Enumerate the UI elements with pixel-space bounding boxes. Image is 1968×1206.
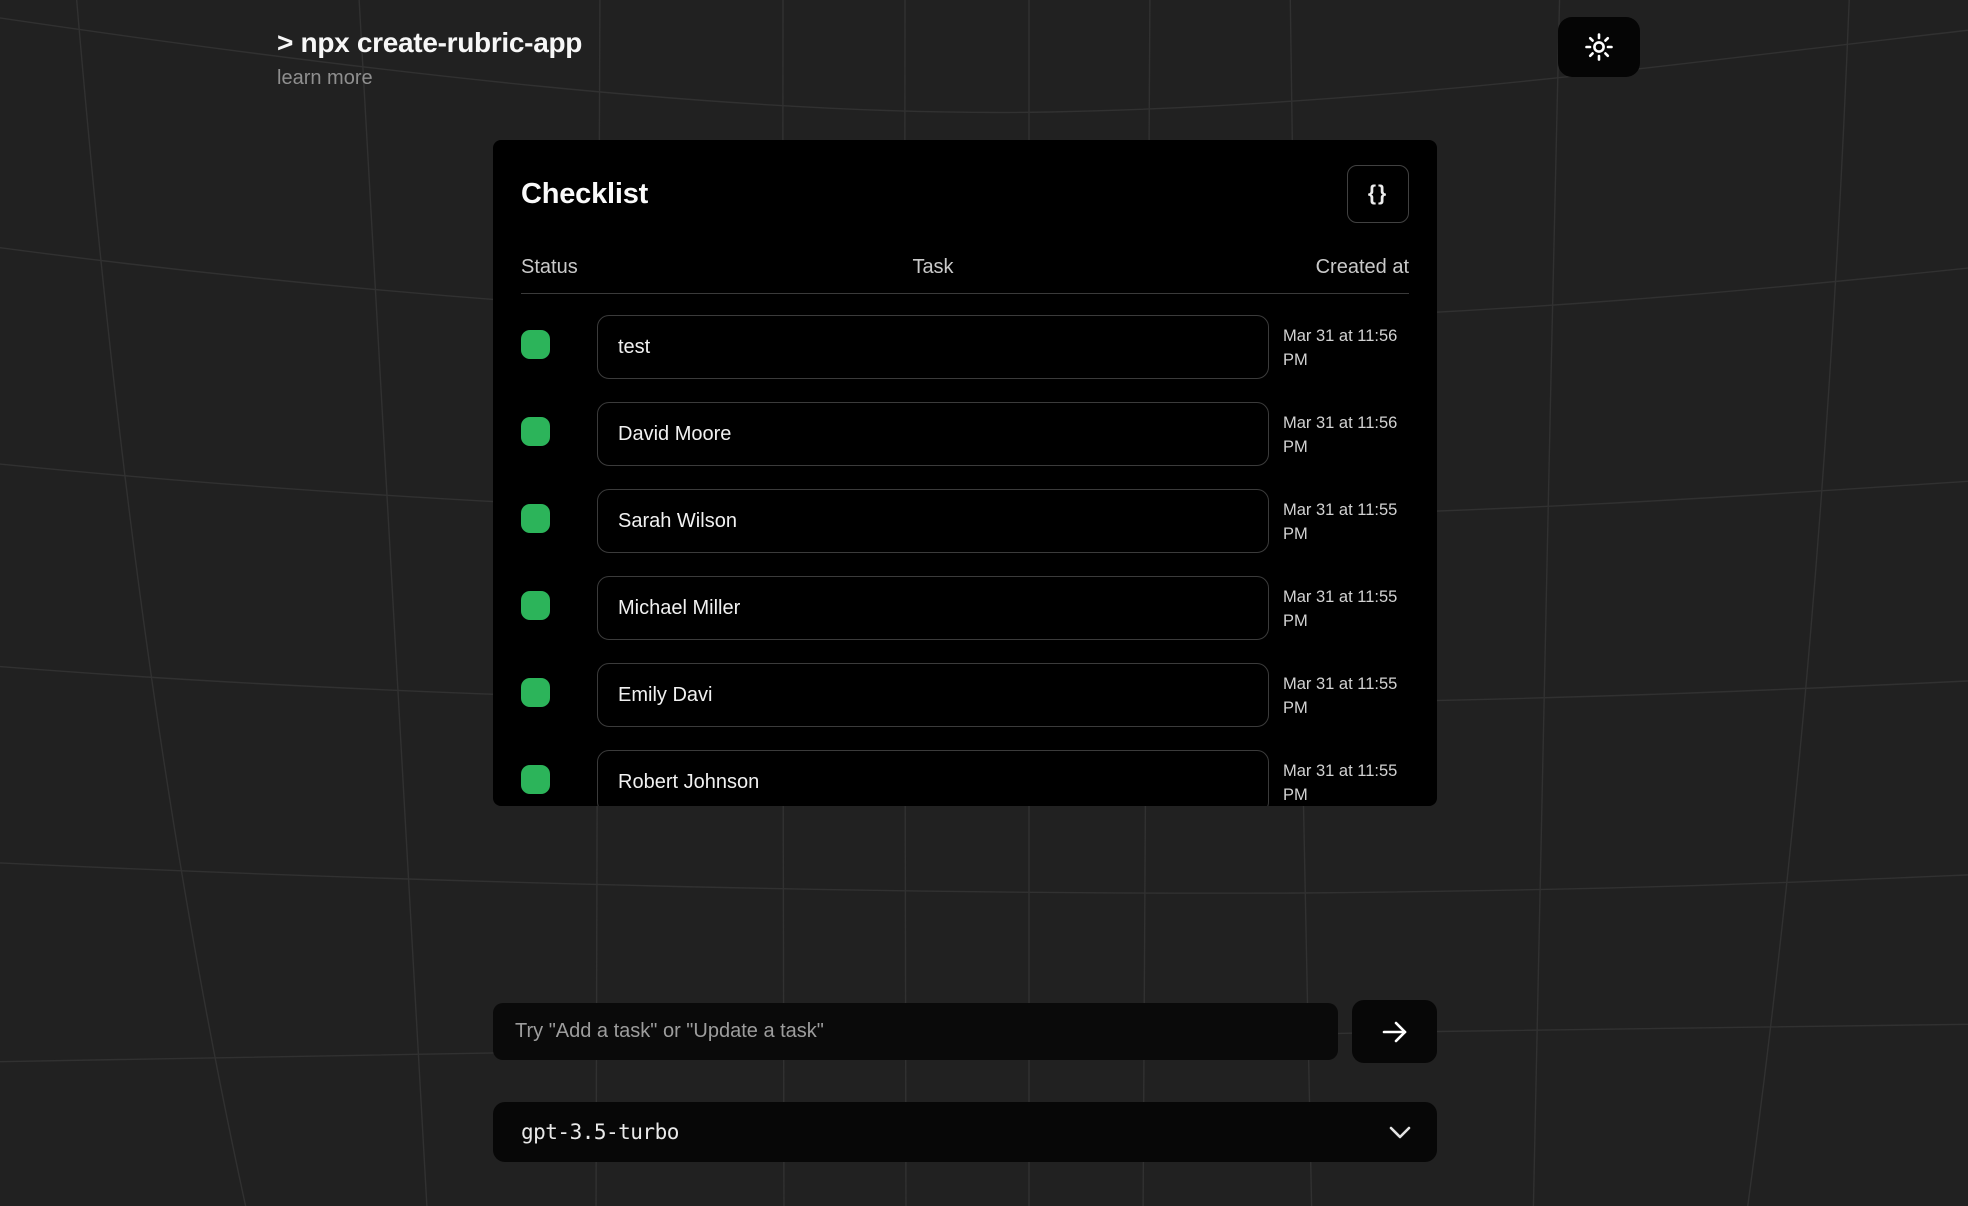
status-checkbox[interactable] — [521, 678, 550, 707]
task-list: Mar 31 at 11:56 PM Mar 31 at 11:56 PM Ma… — [521, 315, 1409, 806]
task-input[interactable] — [597, 489, 1269, 553]
created-at-label: Mar 31 at 11:55 PM — [1269, 576, 1409, 634]
column-created-at: Created at — [1269, 256, 1409, 279]
created-at-label: Mar 31 at 11:56 PM — [1269, 315, 1409, 373]
status-cell — [521, 504, 597, 538]
task-input[interactable] — [597, 576, 1269, 640]
status-checkbox[interactable] — [521, 417, 550, 446]
created-at-label: Mar 31 at 11:55 PM — [1269, 489, 1409, 547]
task-input[interactable] — [597, 663, 1269, 727]
header-divider — [521, 293, 1409, 294]
created-at-label: Mar 31 at 11:55 PM — [1269, 663, 1409, 721]
composer — [493, 1000, 1437, 1063]
model-selector[interactable]: gpt-3.5-turbo — [493, 1102, 1437, 1162]
app: > npx create-rubric-app learn more Check… — [0, 0, 1968, 1206]
status-checkbox[interactable] — [521, 591, 550, 620]
task-input[interactable] — [597, 750, 1269, 806]
sun-icon — [1584, 32, 1614, 62]
task-row: Mar 31 at 11:56 PM — [521, 315, 1409, 379]
braces-icon: {} — [1368, 182, 1388, 206]
created-at-label: Mar 31 at 11:56 PM — [1269, 402, 1409, 460]
task-input[interactable] — [597, 315, 1269, 379]
task-row: Mar 31 at 11:55 PM — [521, 750, 1409, 806]
task-row: Mar 31 at 11:55 PM — [521, 663, 1409, 727]
status-cell — [521, 591, 597, 625]
column-task: Task — [597, 256, 1269, 279]
table-header: Status Task Created at — [521, 256, 1409, 279]
column-status: Status — [521, 256, 597, 279]
status-checkbox[interactable] — [521, 330, 550, 359]
chevron-down-icon — [1389, 1126, 1411, 1139]
task-input[interactable] — [597, 402, 1269, 466]
status-cell — [521, 678, 597, 712]
status-checkbox[interactable] — [521, 504, 550, 533]
task-row: Mar 31 at 11:56 PM — [521, 402, 1409, 466]
checklist-card: Checklist {} Status Task Created at Mar … — [493, 140, 1437, 806]
checklist-header: Checklist {} — [521, 164, 1409, 224]
created-at-label: Mar 31 at 11:55 PM — [1269, 750, 1409, 806]
model-value: gpt-3.5-turbo — [521, 1120, 679, 1144]
status-cell — [521, 765, 597, 799]
json-view-button[interactable]: {} — [1347, 165, 1409, 223]
task-row: Mar 31 at 11:55 PM — [521, 489, 1409, 553]
brand-block: > npx create-rubric-app learn more — [277, 28, 582, 90]
page-title: > npx create-rubric-app — [277, 28, 582, 59]
status-checkbox[interactable] — [521, 765, 550, 794]
submit-button[interactable] — [1352, 1000, 1437, 1063]
status-cell — [521, 330, 597, 364]
command-input[interactable] — [493, 1003, 1338, 1060]
learn-more-link[interactable]: learn more — [277, 67, 373, 90]
checklist-title: Checklist — [521, 178, 648, 211]
status-cell — [521, 417, 597, 451]
arrow-right-icon — [1380, 1018, 1410, 1046]
task-row: Mar 31 at 11:55 PM — [521, 576, 1409, 640]
theme-toggle-button[interactable] — [1558, 17, 1640, 77]
